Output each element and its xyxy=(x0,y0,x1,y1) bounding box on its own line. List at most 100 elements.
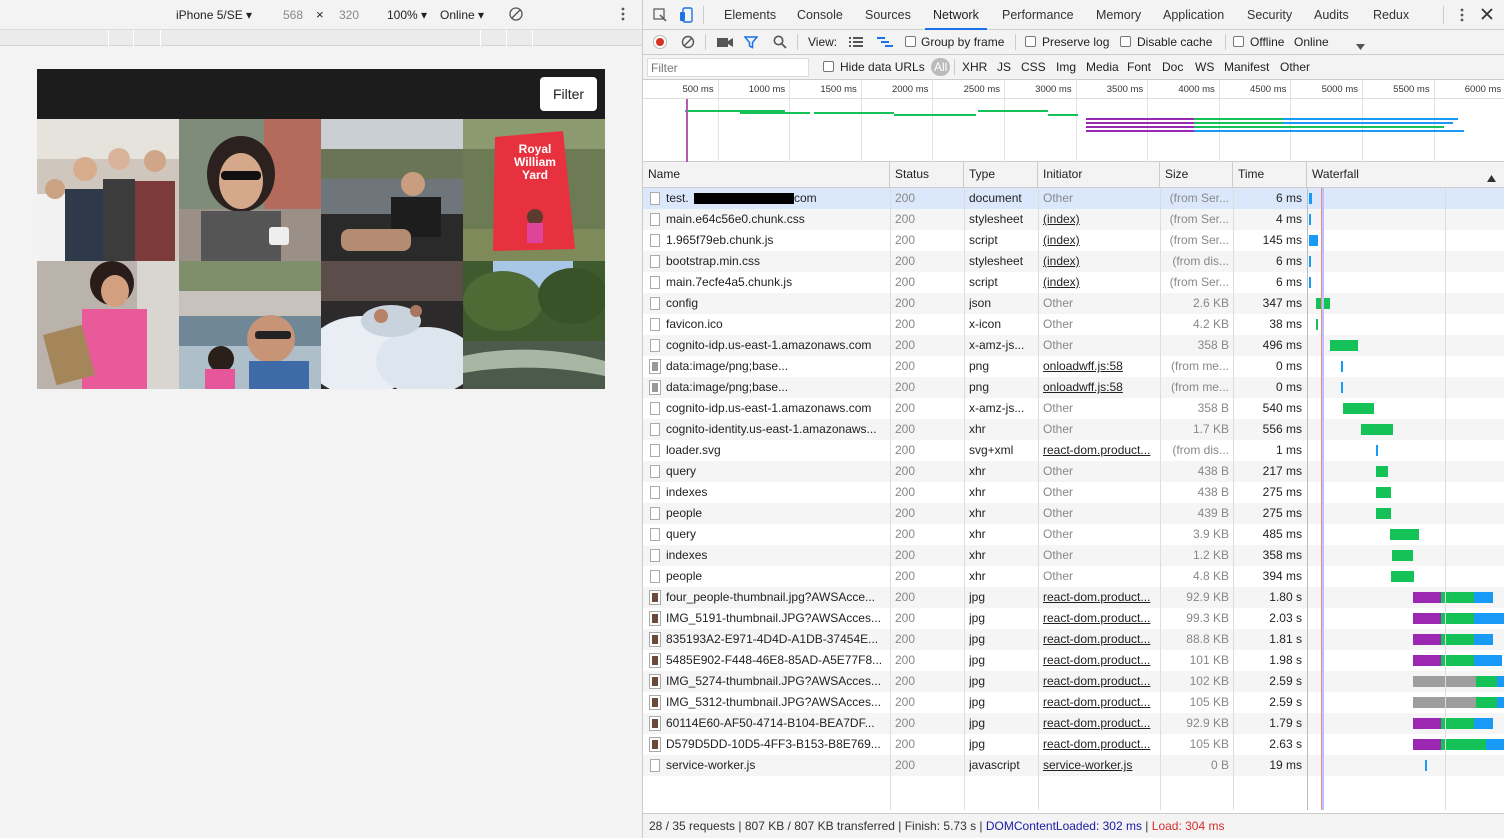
table-row[interactable]: config 200 json Other 2.6 KB 347 ms xyxy=(643,293,1504,314)
request-name[interactable]: IMG_5274-thumbnail.JPG?AWSAcces... xyxy=(666,671,888,692)
request-initiator[interactable]: react-dom.product... xyxy=(1043,734,1158,755)
request-name[interactable]: cognito-idp.us-east-1.amazonaws.com xyxy=(666,398,888,419)
table-row[interactable]: D579D5DD-10D5-4FF3-B153-B8E769... 200 jpg r… xyxy=(643,734,1504,755)
inspect-element-icon[interactable] xyxy=(653,8,667,25)
table-row[interactable]: 5485E902-F448-46E8-85AD-A5E77F8... 200 jpg… xyxy=(643,650,1504,671)
type-filter-ws[interactable]: WS xyxy=(1195,60,1214,74)
tab-network[interactable]: Network xyxy=(925,0,987,30)
request-name[interactable]: 835193A2-E971-4D4D-A1DB-37454E... xyxy=(666,629,888,650)
request-name[interactable]: bootstrap.min.css xyxy=(666,251,888,272)
tab-redux[interactable]: Redux xyxy=(1373,0,1409,30)
table-row[interactable]: people 200 xhr Other 439 B 275 ms xyxy=(643,503,1504,524)
table-row[interactable]: main.7ecfe4a5.chunk.js 200 script (index) (f… xyxy=(643,272,1504,293)
tab-performance[interactable]: Performance xyxy=(1002,0,1074,30)
type-filter-css[interactable]: CSS xyxy=(1021,60,1046,74)
photo-harbour-selfie[interactable] xyxy=(179,261,321,389)
search-icon[interactable] xyxy=(773,35,787,52)
column-name[interactable]: Name xyxy=(643,162,890,188)
zoom-select[interactable]: 100% ▾ xyxy=(387,8,427,22)
table-row[interactable]: IMG_5191-thumbnail.JPG?AWSAcces... 200 jpg… xyxy=(643,608,1504,629)
request-name[interactable]: 5485E902-F448-46E8-85AD-A5E77F8... xyxy=(666,650,888,671)
waterfall-overview-icon[interactable] xyxy=(877,36,893,51)
request-name[interactable]: cognito-identity.us-east-1.amazonaws... xyxy=(666,419,888,440)
table-row[interactable]: cognito-identity.us-east-1.amazonaws... 2… xyxy=(643,419,1504,440)
column-size[interactable]: Size xyxy=(1160,162,1233,188)
request-name[interactable]: main.e64c56e0.chunk.css xyxy=(666,209,888,230)
request-initiator[interactable]: onloadwff.js:58 xyxy=(1043,377,1158,398)
type-filter-js[interactable]: JS xyxy=(997,60,1011,74)
request-name[interactable]: config xyxy=(666,293,888,314)
type-filter-other[interactable]: Other xyxy=(1280,60,1310,74)
media-query-ruler[interactable] xyxy=(0,30,642,46)
request-name[interactable]: data:image/png;base... xyxy=(666,356,888,377)
table-row[interactable]: main.e64c56e0.chunk.css 200 stylesheet (ind… xyxy=(643,209,1504,230)
request-name[interactable]: 1.965f79eb.chunk.js xyxy=(666,230,888,251)
column-type[interactable]: Type xyxy=(964,162,1038,188)
chevron-down-icon[interactable] xyxy=(1356,39,1365,53)
request-initiator[interactable]: react-dom.product... xyxy=(1043,692,1158,713)
type-filter-font[interactable]: Font xyxy=(1127,60,1151,74)
request-name[interactable]: query xyxy=(666,461,888,482)
request-initiator[interactable]: (index) xyxy=(1043,272,1158,293)
request-name[interactable]: 60114E60-AF50-4714-B104-BEA7DF... xyxy=(666,713,888,734)
large-rows-icon[interactable] xyxy=(849,36,863,51)
group-by-frame-checkbox[interactable] xyxy=(905,36,916,47)
request-initiator[interactable]: react-dom.product... xyxy=(1043,629,1158,650)
timeline-overview[interactable]: 500 ms 1000 ms 1500 ms 2000 ms 2500 ms 3000 m… xyxy=(643,80,1504,162)
tab-memory[interactable]: Memory xyxy=(1096,0,1141,30)
request-initiator[interactable]: react-dom.product... xyxy=(1043,713,1158,734)
hide-data-urls-checkbox[interactable] xyxy=(823,61,834,72)
request-initiator[interactable]: react-dom.product... xyxy=(1043,440,1158,461)
request-name[interactable]: people xyxy=(666,566,888,587)
request-initiator[interactable]: react-dom.product... xyxy=(1043,671,1158,692)
devtools-menu-icon[interactable] xyxy=(1459,8,1465,25)
column-initiator[interactable]: Initiator xyxy=(1038,162,1160,188)
device-width-input[interactable]: 568 xyxy=(283,8,303,22)
filter-funnel-icon[interactable] xyxy=(743,35,759,52)
clear-icon[interactable] xyxy=(681,35,695,52)
request-name[interactable]: service-worker.js xyxy=(666,755,888,776)
device-height-input[interactable]: 320 xyxy=(339,8,359,22)
request-name[interactable]: cognito-idp.us-east-1.amazonaws.com xyxy=(666,335,888,356)
type-filter-img[interactable]: Img xyxy=(1056,60,1076,74)
preserve-log-checkbox[interactable] xyxy=(1025,36,1036,47)
table-row[interactable]: cognito-idp.us-east-1.amazonaws.com 200 x-… xyxy=(643,398,1504,419)
request-initiator[interactable]: react-dom.product... xyxy=(1043,587,1158,608)
table-row[interactable]: favicon.ico 200 x-icon Other 4.2 KB 38 ms xyxy=(643,314,1504,335)
table-row[interactable]: indexes 200 xhr Other 1.2 KB 358 ms xyxy=(643,545,1504,566)
photo-river-woods[interactable] xyxy=(463,261,605,389)
table-row[interactable]: data:image/png;base... 200 png onloadwff.js… xyxy=(643,356,1504,377)
photo-girl-reading[interactable] xyxy=(37,261,179,389)
record-icon[interactable] xyxy=(653,35,667,49)
photo-canal-man[interactable] xyxy=(321,119,463,261)
request-initiator[interactable]: (index) xyxy=(1043,251,1158,272)
table-row[interactable]: bootstrap.min.css 200 stylesheet (index) (fr… xyxy=(643,251,1504,272)
request-initiator[interactable]: (index) xyxy=(1043,209,1158,230)
table-row[interactable]: indexes 200 xhr Other 438 B 275 ms xyxy=(643,482,1504,503)
column-status[interactable]: Status xyxy=(890,162,964,188)
table-row[interactable]: service-worker.js 200 javascript service-wo… xyxy=(643,755,1504,776)
table-row[interactable]: IMG_5312-thumbnail.JPG?AWSAcces... 200 jpg… xyxy=(643,692,1504,713)
table-row[interactable]: 1.965f79eb.chunk.js 200 script (index) (from… xyxy=(643,230,1504,251)
photo-woman-sunglasses[interactable] xyxy=(179,119,321,261)
table-row[interactable]: query 200 xhr Other 438 B 217 ms xyxy=(643,461,1504,482)
disable-cache-checkbox[interactable] xyxy=(1120,36,1131,47)
column-time[interactable]: Time xyxy=(1233,162,1307,188)
throttle-select[interactable]: Online ▾ xyxy=(440,8,484,22)
request-name[interactable]: four_people-thumbnail.jpg?AWSAcce... xyxy=(666,587,888,608)
table-row[interactable]: cognito-idp.us-east-1.amazonaws.com 200 x-… xyxy=(643,335,1504,356)
request-name[interactable]: query xyxy=(666,524,888,545)
request-initiator[interactable]: react-dom.product... xyxy=(1043,608,1158,629)
request-initiator[interactable]: service-worker.js xyxy=(1043,755,1158,776)
request-name[interactable]: D579D5DD-10D5-4FF3-B153-B8E769... xyxy=(666,734,888,755)
filter-button[interactable]: Filter xyxy=(540,77,597,111)
photo-four-people[interactable] xyxy=(37,119,179,261)
table-row[interactable]: four_people-thumbnail.jpg?AWSAcce... 200 j… xyxy=(643,587,1504,608)
throttling-select[interactable]: Online xyxy=(1294,35,1329,49)
device-select[interactable]: iPhone 5/SE ▾ xyxy=(176,8,252,22)
request-initiator[interactable]: react-dom.product... xyxy=(1043,650,1158,671)
table-row[interactable]: 835193A2-E971-4D4D-A1DB-37454E... 200 jpg r… xyxy=(643,629,1504,650)
photo-foam-party[interactable] xyxy=(321,261,463,389)
table-row[interactable]: loader.svg 200 svg+xml react-dom.product...… xyxy=(643,440,1504,461)
filter-input[interactable] xyxy=(647,58,809,77)
